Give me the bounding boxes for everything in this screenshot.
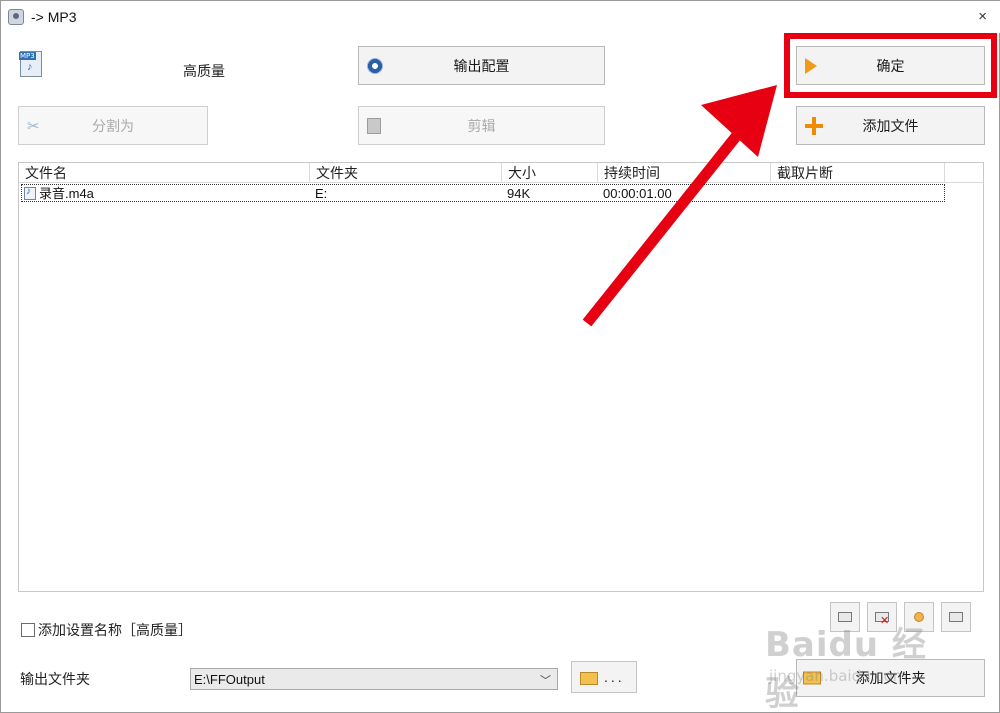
add-folder-label: 添加文件夹 (855, 670, 926, 686)
chevron-down-icon: ﹀ (540, 675, 551, 687)
file-list-header: 文件名 文件夹 大小 持续时间 截取片断 (19, 163, 983, 183)
arrow-right-icon (805, 57, 817, 74)
edit-button[interactable]: 剪辑 (358, 106, 605, 145)
output-folder-select[interactable]: E:\FFOutput ﹀ (190, 668, 558, 690)
info-button[interactable] (941, 602, 971, 632)
split-label: 分割为 (92, 117, 134, 134)
add-setting-name-checkbox[interactable] (21, 623, 35, 637)
column-header-duration[interactable]: 持续时间 (598, 163, 771, 183)
output-folder-value: E:\FFOutput (194, 672, 265, 687)
app-icon (8, 9, 24, 25)
title-bar: -> MP3 × (1, 1, 1000, 33)
add-folder-button[interactable]: 添加文件夹 (796, 659, 985, 697)
output-config-button[interactable]: 输出配置 (358, 46, 605, 85)
folder-add-icon (803, 671, 821, 685)
column-header-size[interactable]: 大小 (502, 163, 598, 183)
cell-duration: 00:00:01.00 (603, 186, 672, 201)
window-title: -> MP3 (31, 9, 77, 25)
folder-icon (580, 672, 598, 685)
column-header-clip[interactable]: 截取片断 (771, 163, 945, 183)
gear-icon (367, 57, 383, 74)
quality-label: 高质量 (183, 63, 225, 79)
plus-icon (805, 116, 823, 135)
list-icon (838, 612, 852, 622)
browse-label: ... (604, 669, 625, 685)
split-button[interactable]: ✂ 分割为 (18, 106, 208, 145)
output-config-label: 输出配置 (453, 57, 510, 74)
info-icon (949, 612, 963, 622)
file-list[interactable]: 文件名 文件夹 大小 持续时间 截取片断 录音.m4a E: 94K 00:00… (18, 162, 984, 592)
move-up-button[interactable] (830, 602, 860, 632)
table-row[interactable]: 录音.m4a E: 94K 00:00:01.00 (21, 184, 945, 202)
remove-icon: ✕ (880, 615, 890, 627)
close-button[interactable]: × (978, 8, 987, 25)
add-file-label: 添加文件 (862, 117, 919, 134)
add-setting-name-option[interactable]: 添加设置名称［高质量］ (21, 620, 192, 640)
column-header-folder[interactable]: 文件夹 (310, 163, 502, 183)
add-file-button[interactable]: 添加文件 (796, 106, 985, 145)
ok-label: 确定 (876, 57, 905, 74)
remove-button[interactable]: ✕ (867, 602, 897, 632)
ok-button[interactable]: 确定 (796, 46, 985, 85)
audio-file-icon (24, 186, 36, 200)
play-button[interactable] (904, 602, 934, 632)
add-setting-name-label: 添加设置名称［高质量］ (38, 622, 192, 638)
output-folder-label: 输出文件夹 (20, 671, 90, 687)
cell-size: 94K (507, 186, 531, 201)
cell-folder: E: (315, 186, 328, 201)
mp3-format-icon: MP3 ♪ (19, 51, 42, 77)
media-icon (914, 612, 924, 622)
column-header-filename[interactable]: 文件名 (19, 163, 310, 183)
arrow-head (701, 85, 777, 157)
film-icon (367, 117, 381, 134)
converter-window: -> MP3 × MP3 ♪ 高质量 输出配置 确定 ✂ 分割为 剪辑 添加文件 … (0, 0, 1000, 713)
browse-folder-button[interactable]: ... (571, 661, 637, 693)
cell-filename: 录音.m4a (39, 186, 94, 201)
edit-label: 剪辑 (467, 117, 496, 134)
scissors-icon: ✂ (27, 117, 40, 135)
